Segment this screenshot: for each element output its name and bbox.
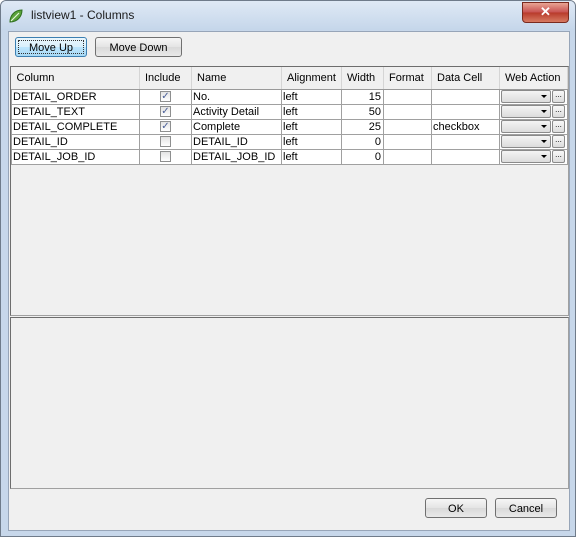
include-checkbox[interactable] xyxy=(160,136,171,148)
chevron-down-icon xyxy=(541,155,547,159)
cell-format[interactable] xyxy=(383,148,432,165)
close-button[interactable]: ✕ xyxy=(522,2,569,23)
chevron-down-icon xyxy=(541,140,547,144)
web-action-browse-button[interactable]: ... xyxy=(552,135,565,148)
header-web-action[interactable]: Web Action xyxy=(499,67,568,90)
cell-alignment[interactable]: left xyxy=(281,88,342,105)
cell-web-action[interactable]: ... xyxy=(499,103,568,120)
cell-alignment[interactable]: left xyxy=(281,103,342,120)
header-column[interactable]: Column xyxy=(11,67,140,90)
cell-include[interactable] xyxy=(139,148,192,165)
chevron-down-icon xyxy=(541,125,547,129)
cell-web-action[interactable]: ... xyxy=(499,88,568,105)
table-row[interactable]: DETAIL_COMPLETE ✓ Complete left 25 checkbox..… xyxy=(11,118,568,135)
cell-name[interactable]: DETAIL_ID xyxy=(191,133,282,150)
ok-button[interactable]: OK xyxy=(425,498,487,518)
cell-width[interactable]: 50 xyxy=(341,103,384,120)
header-format[interactable]: Format xyxy=(383,67,432,90)
table-row[interactable]: DETAIL_ORDER ✓ No. left 15... xyxy=(11,88,568,105)
web-action-browse-button[interactable]: ... xyxy=(552,120,565,133)
cell-format[interactable] xyxy=(383,103,432,120)
web-action-browse-button[interactable]: ... xyxy=(552,90,565,103)
header-name[interactable]: Name xyxy=(191,67,282,90)
table-row[interactable]: DETAIL_ID DETAIL_ID left 0... xyxy=(11,133,568,150)
cell-column[interactable]: DETAIL_ORDER xyxy=(11,88,140,105)
cell-column[interactable]: DETAIL_ID xyxy=(11,133,140,150)
cell-name[interactable]: Complete xyxy=(191,118,282,135)
include-checkbox[interactable] xyxy=(160,151,171,163)
cell-name[interactable]: No. xyxy=(191,88,282,105)
table-row[interactable]: DETAIL_JOB_ID DETAIL_JOB_ID left 0... xyxy=(11,148,568,165)
cell-data-cell[interactable]: checkbox xyxy=(431,118,500,135)
cell-format[interactable] xyxy=(383,133,432,150)
checkmark-icon: ✓ xyxy=(161,121,170,133)
grid-header-row: Column Include Name Alignment Width Form… xyxy=(11,67,568,90)
cell-column[interactable]: DETAIL_TEXT xyxy=(11,103,140,120)
cell-width[interactable]: 0 xyxy=(341,148,384,165)
cell-web-action[interactable]: ... xyxy=(499,148,568,165)
cell-name[interactable]: DETAIL_JOB_ID xyxy=(191,148,282,165)
cell-web-action[interactable]: ... xyxy=(499,133,568,150)
checkmark-icon: ✓ xyxy=(161,106,170,118)
title-bar[interactable]: listview1 - Columns ✕ xyxy=(1,1,575,30)
cell-include[interactable]: ✓ xyxy=(139,88,192,105)
move-down-button[interactable]: Move Down xyxy=(95,37,182,57)
cell-include[interactable] xyxy=(139,133,192,150)
move-up-label: Move Up xyxy=(28,42,74,54)
web-action-dropdown[interactable] xyxy=(501,120,551,133)
window-title: listview1 - Columns xyxy=(31,8,135,22)
cancel-button[interactable]: Cancel xyxy=(495,498,557,518)
cell-web-action[interactable]: ... xyxy=(499,118,568,135)
include-checkbox[interactable]: ✓ xyxy=(160,106,171,118)
columns-grid[interactable]: Column Include Name Alignment Width Form… xyxy=(10,66,569,316)
cell-width[interactable]: 15 xyxy=(341,88,384,105)
chevron-down-icon xyxy=(541,110,547,114)
dialog-client: Move Up Move Down Column Include Name Al… xyxy=(8,31,570,531)
cell-width[interactable]: 0 xyxy=(341,133,384,150)
header-alignment[interactable]: Alignment xyxy=(281,67,342,90)
include-checkbox[interactable]: ✓ xyxy=(160,91,171,103)
cell-format[interactable] xyxy=(383,88,432,105)
header-include[interactable]: Include xyxy=(139,67,192,90)
cell-data-cell[interactable] xyxy=(431,88,500,105)
grid-body: DETAIL_ORDER ✓ No. left 15... DETAIL_TEXT ✓ Act… xyxy=(11,88,568,165)
cell-name[interactable]: Activity Detail xyxy=(191,103,282,120)
cell-column[interactable]: DETAIL_JOB_ID xyxy=(11,148,140,165)
cell-alignment[interactable]: left xyxy=(281,148,342,165)
include-checkbox[interactable]: ✓ xyxy=(160,121,171,133)
web-action-browse-button[interactable]: ... xyxy=(552,150,565,163)
cell-format[interactable] xyxy=(383,118,432,135)
web-action-dropdown[interactable] xyxy=(501,150,551,163)
move-down-label: Move Down xyxy=(109,42,168,54)
detail-panel xyxy=(10,317,569,489)
cell-alignment[interactable]: left xyxy=(281,118,342,135)
ok-label: OK xyxy=(448,503,464,515)
web-action-dropdown[interactable] xyxy=(501,105,551,118)
cell-include[interactable]: ✓ xyxy=(139,103,192,120)
header-data-cell[interactable]: Data Cell xyxy=(431,67,500,90)
table-row[interactable]: DETAIL_TEXT ✓ Activity Detail left 50... xyxy=(11,103,568,120)
header-width[interactable]: Width xyxy=(341,67,384,90)
web-action-dropdown[interactable] xyxy=(501,135,551,148)
chevron-down-icon xyxy=(541,95,547,99)
dialog-window: listview1 - Columns ✕ Move Up Move Down … xyxy=(0,0,576,537)
cell-column[interactable]: DETAIL_COMPLETE xyxy=(11,118,140,135)
cell-include[interactable]: ✓ xyxy=(139,118,192,135)
cell-data-cell[interactable] xyxy=(431,133,500,150)
columns-table: Column Include Name Alignment Width Form… xyxy=(11,67,568,165)
cell-alignment[interactable]: left xyxy=(281,133,342,150)
cancel-label: Cancel xyxy=(508,503,544,515)
move-up-button[interactable]: Move Up xyxy=(15,37,87,57)
cell-data-cell[interactable] xyxy=(431,103,500,120)
cell-width[interactable]: 25 xyxy=(341,118,384,135)
cell-data-cell[interactable] xyxy=(431,148,500,165)
checkmark-icon: ✓ xyxy=(161,91,170,103)
web-action-browse-button[interactable]: ... xyxy=(552,105,565,118)
web-action-dropdown[interactable] xyxy=(501,90,551,103)
leaf-icon xyxy=(9,9,23,23)
close-icon: ✕ xyxy=(540,4,551,19)
